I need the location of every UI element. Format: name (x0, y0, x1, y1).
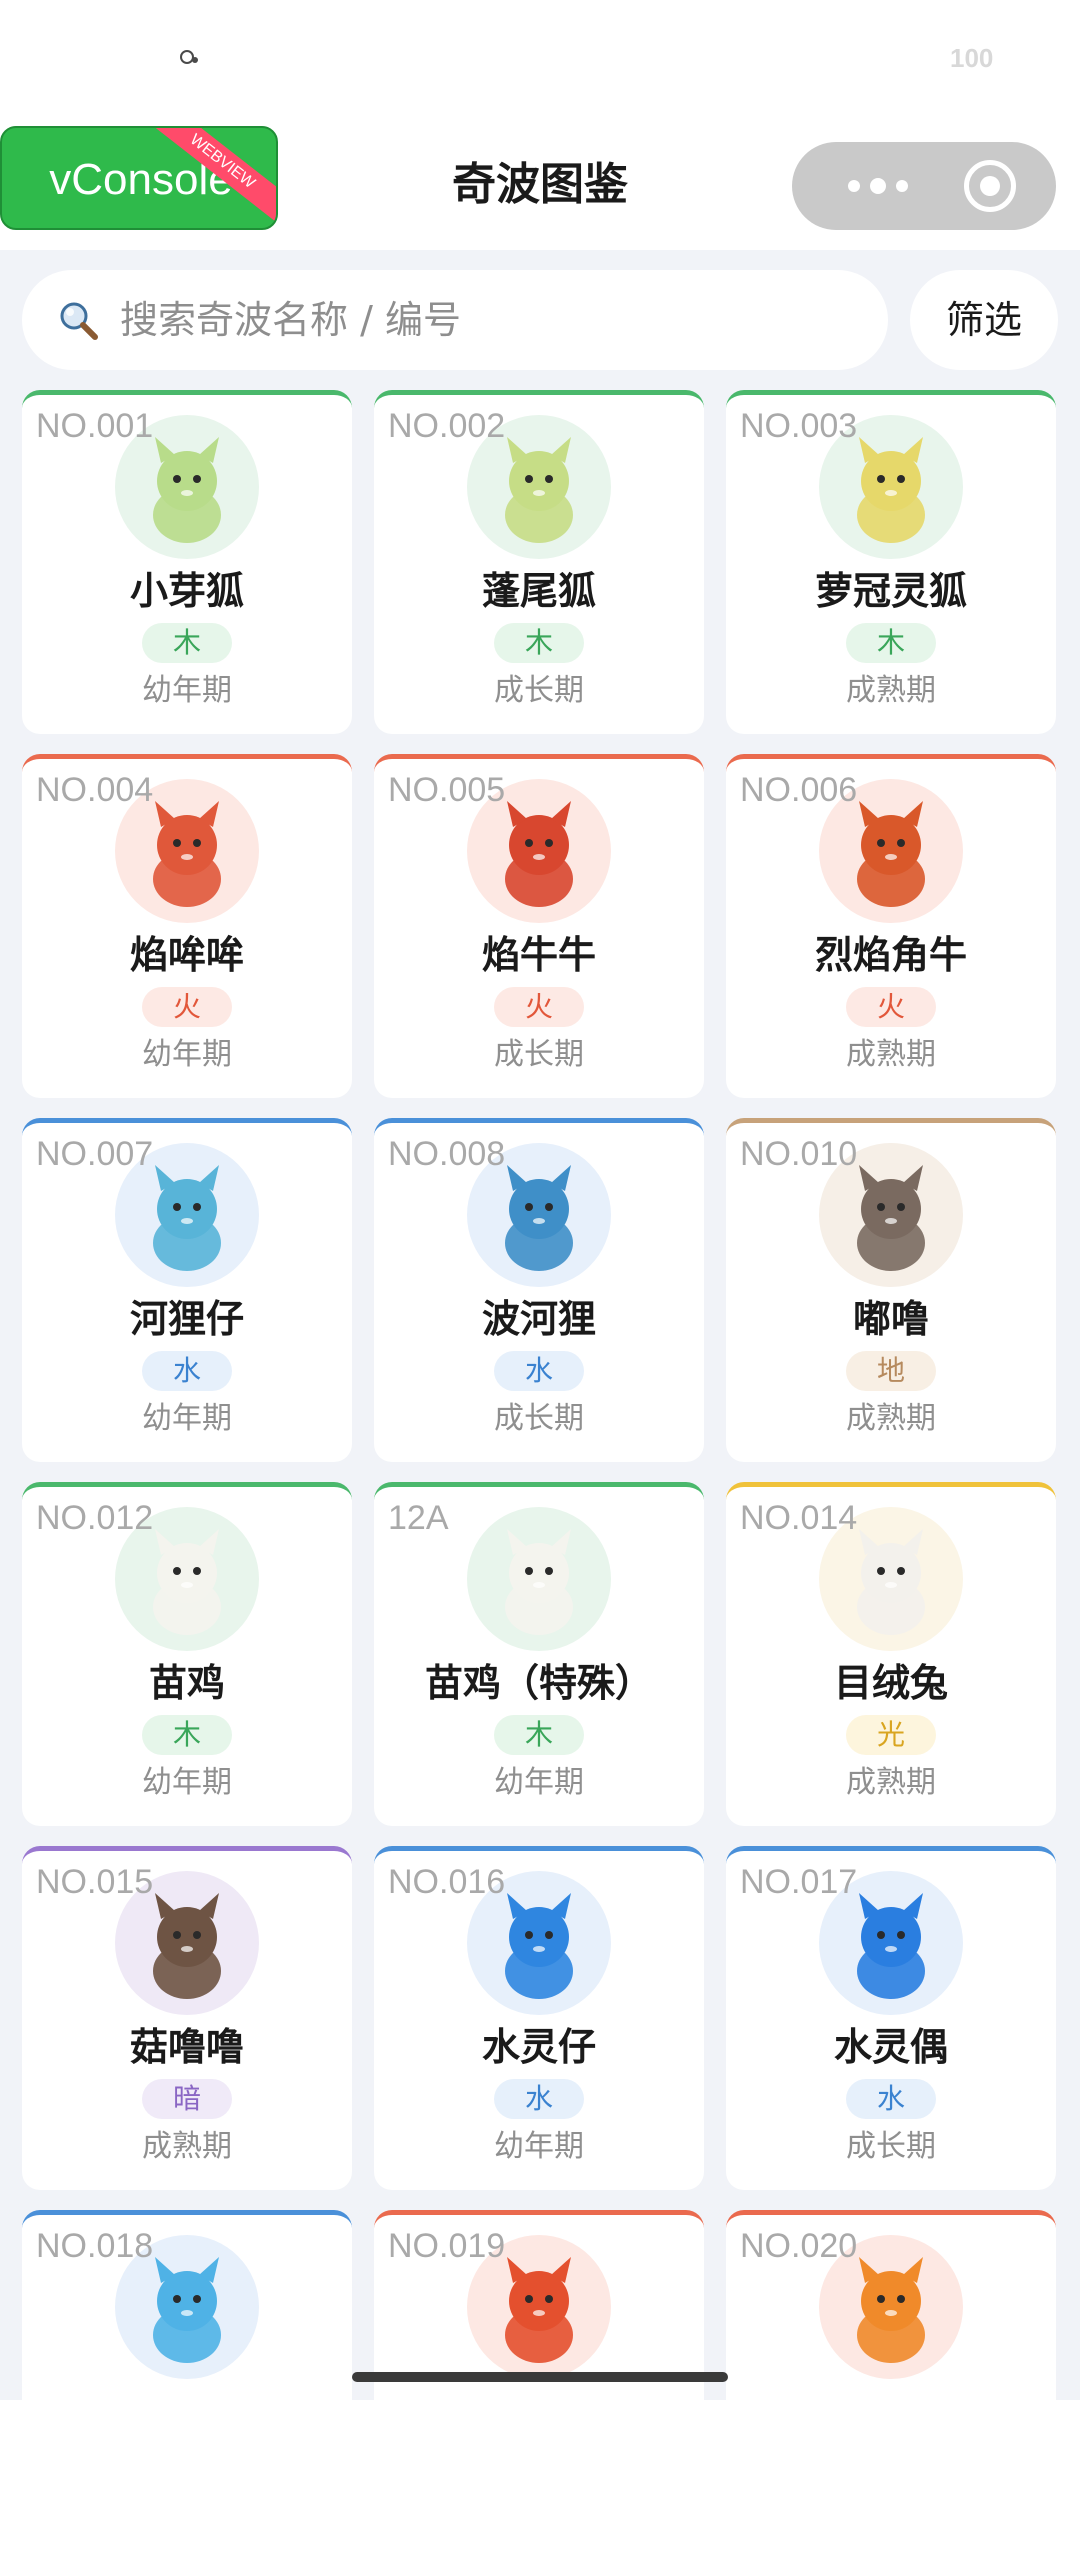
element-badge: 火 (846, 987, 936, 1027)
creature-number: NO.014 (740, 1499, 858, 1537)
main-content: 筛选 NO.001小芽狐木幼年期NO.002蓬尾狐木成长期NO.003萝冠灵狐木… (0, 250, 1080, 2554)
creature-number: NO.017 (740, 1863, 858, 1901)
creature-name: 蓬尾狐 (481, 569, 596, 613)
growth-stage: 成熟期 (142, 2129, 232, 2164)
mini-program-capsule (792, 142, 1056, 230)
creature-card[interactable]: NO.014 目绒兔光成熟期 (726, 1482, 1056, 1826)
creature-card[interactable]: NO.004 焰哞哞火幼年期 (22, 754, 352, 1098)
growth-stage: 成长期 (494, 1401, 584, 1436)
creature-name: 苗鸡 (148, 1661, 225, 1705)
creature-name: 萝冠灵狐 (814, 569, 967, 613)
growth-stage: 幼年期 (142, 1401, 232, 1436)
creature-number: NO.015 (36, 1863, 154, 1901)
creature-card[interactable]: NO.005 焰牛牛火成长期 (374, 754, 704, 1098)
creature-card[interactable]: NO.015 菇噜噜暗成熟期 (22, 1846, 352, 2190)
creature-grid: NO.001 小芽狐木幼年期 NO.002 蓬尾狐木成长期 NO.003 萝冠灵狐木成熟期… (22, 390, 1058, 2554)
creature-number: NO.008 (388, 1135, 506, 1173)
element-badge: 水 (494, 1351, 584, 1391)
growth-stage: 成熟期 (846, 1037, 936, 1072)
growth-stage: 成熟期 (846, 1401, 936, 1436)
creature-card[interactable]: NO.012 苗鸡木幼年期 (22, 1482, 352, 1826)
more-dots-icon[interactable] (828, 142, 928, 230)
creature-name: 烈焰角牛 (814, 933, 967, 977)
growth-stage: 幼年期 (142, 673, 232, 708)
creature-card[interactable]: NO.007 河狸仔水幼年期 (22, 1118, 352, 1462)
notification-icon (178, 48, 200, 66)
home-indicator (352, 2372, 728, 2382)
creature-number: NO.012 (36, 1499, 154, 1537)
growth-stage: 幼年期 (494, 1765, 584, 1800)
page-title: 奇波图鉴 (452, 159, 628, 210)
creature-number: NO.010 (740, 1135, 858, 1173)
status-bar: 100 (0, 0, 1080, 120)
creature-name: 目绒兔 (833, 1661, 948, 1705)
creature-name: 河狸仔 (129, 1297, 244, 1341)
creature-number: NO.005 (388, 771, 506, 809)
creature-number: NO.016 (388, 1863, 506, 1901)
creature-name: 波河狸 (481, 1297, 596, 1341)
growth-stage: 成长期 (846, 2129, 936, 2164)
element-badge: 水 (846, 2079, 936, 2119)
creature-name: 焰牛牛 (481, 933, 596, 977)
growth-stage: 幼年期 (494, 2129, 584, 2164)
filter-button[interactable]: 筛选 (910, 270, 1058, 370)
element-badge: 水 (494, 2079, 584, 2119)
creature-number: NO.007 (36, 1135, 154, 1173)
search-input[interactable] (118, 270, 858, 370)
element-badge: 火 (142, 987, 232, 1027)
creature-name: 菇噜噜 (129, 2025, 244, 2069)
creature-card[interactable]: NO.010 嘟噜地成熟期 (726, 1118, 1056, 1462)
battery-level: 100 (950, 43, 994, 73)
vconsole-button[interactable]: vConsole WEBVIEW (0, 126, 278, 230)
creature-avatar (467, 1507, 611, 1651)
creature-card[interactable]: NO.020 (726, 2210, 1056, 2554)
creature-card[interactable]: NO.018 (22, 2210, 352, 2554)
close-target-icon[interactable] (964, 160, 1016, 212)
element-badge: 火 (494, 987, 584, 1027)
growth-stage: 幼年期 (142, 1765, 232, 1800)
search-icon (60, 302, 98, 340)
creature-name: 苗鸡（特殊） (424, 1661, 653, 1705)
element-badge: 地 (846, 1351, 936, 1391)
creature-number: NO.020 (740, 2227, 858, 2265)
creature-card[interactable]: NO.003 萝冠灵狐木成熟期 (726, 390, 1056, 734)
creature-number: NO.004 (36, 771, 154, 809)
creature-name: 嘟噜 (852, 1297, 929, 1341)
creature-number: NO.006 (740, 771, 858, 809)
creature-card[interactable]: NO.019 (374, 2210, 704, 2554)
search-box[interactable] (22, 270, 888, 370)
creature-number: NO.003 (740, 407, 858, 445)
creature-number: 12A (388, 1499, 449, 1537)
creature-card[interactable]: NO.017 水灵偶水成长期 (726, 1846, 1056, 2190)
creature-number: NO.019 (388, 2227, 506, 2265)
creature-number: NO.018 (36, 2227, 154, 2265)
creature-card[interactable]: NO.001 小芽狐木幼年期 (22, 390, 352, 734)
creature-card[interactable]: NO.016 水灵仔水幼年期 (374, 1846, 704, 2190)
creature-name: 小芽狐 (129, 569, 244, 613)
element-badge: 木 (142, 1715, 232, 1755)
creature-number: NO.001 (36, 407, 154, 445)
creature-name: 水灵偶 (833, 2025, 948, 2069)
growth-stage: 成长期 (494, 1037, 584, 1072)
growth-stage: 幼年期 (142, 1037, 232, 1072)
creature-card[interactable]: NO.006 烈焰角牛火成熟期 (726, 754, 1056, 1098)
creature-card[interactable]: NO.002 蓬尾狐木成长期 (374, 390, 704, 734)
growth-stage: 成熟期 (846, 1765, 936, 1800)
element-badge: 木 (846, 623, 936, 663)
creature-number: NO.002 (388, 407, 506, 445)
growth-stage: 成长期 (494, 673, 584, 708)
creature-card[interactable]: 12A 苗鸡（特殊） 木幼年期 (374, 1482, 704, 1826)
element-badge: 光 (846, 1715, 936, 1755)
element-badge: 木 (494, 623, 584, 663)
element-badge: 暗 (142, 2079, 232, 2119)
element-badge: 水 (142, 1351, 232, 1391)
creature-name: 水灵仔 (481, 2025, 596, 2069)
creature-card[interactable]: NO.008 波河狸水成长期 (374, 1118, 704, 1462)
element-badge: 木 (494, 1715, 584, 1755)
growth-stage: 成熟期 (846, 673, 936, 708)
title-bar: vConsole WEBVIEW 奇波图鉴 (0, 120, 1080, 250)
creature-name: 焰哞哞 (129, 933, 244, 977)
element-badge: 木 (142, 623, 232, 663)
